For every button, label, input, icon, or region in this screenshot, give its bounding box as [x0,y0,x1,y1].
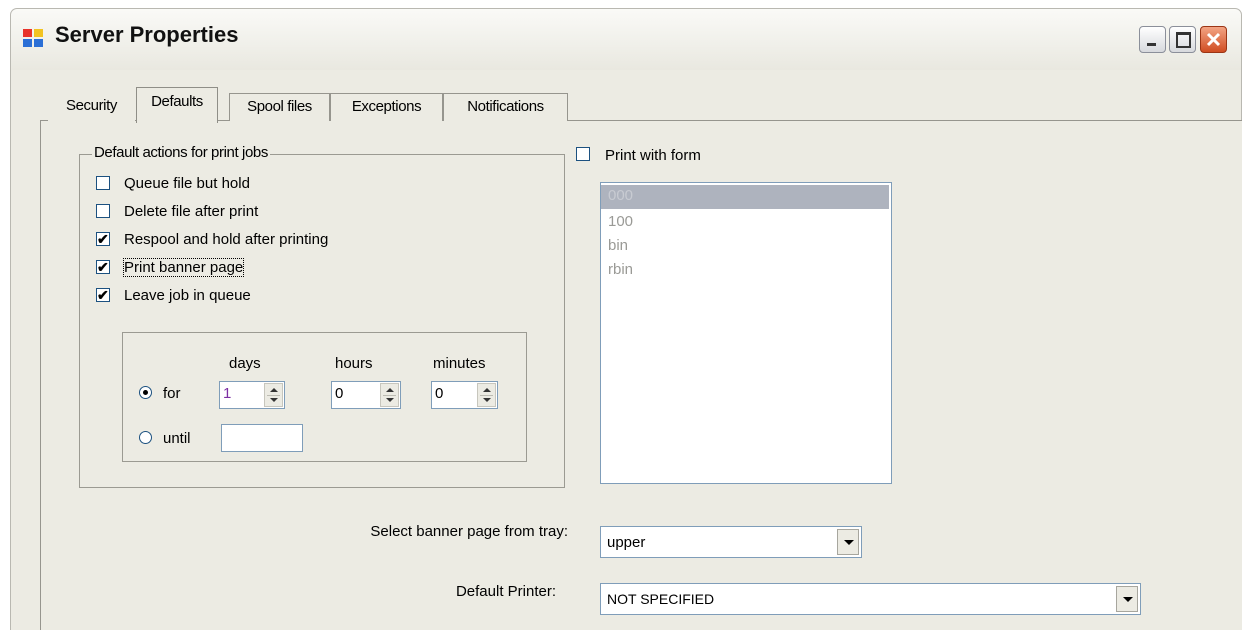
delete-file-after-print-label[interactable]: Delete file after print [124,203,258,220]
banner-tray-value: upper [607,534,646,551]
delete-file-after-print-checkbox[interactable] [96,204,110,218]
minimize-button[interactable] [1139,26,1166,53]
days-spinner[interactable]: 1 [219,381,285,409]
tab-notifications[interactable]: Notifications [443,93,568,121]
print-with-form-label[interactable]: Print with form [605,147,701,164]
days-label: days [229,355,261,372]
tab-security[interactable]: Security [48,93,135,121]
minutes-label: minutes [433,355,486,372]
default-printer-label: Default Printer: [455,583,556,600]
hours-spinner-buttons[interactable] [380,383,399,407]
minutes-value: 0 [435,385,444,402]
form-listbox[interactable]: 000 100 bin rbin [600,182,892,484]
default-actions-title: Default actions for print jobs [92,144,270,161]
tab-defaults[interactable]: Defaults [136,87,218,123]
banner-tray-select[interactable]: upper [600,526,862,558]
print-banner-page-label[interactable]: Print banner page [122,258,245,277]
check-icon: ✔ [97,287,109,303]
default-printer-value: NOT SPECIFIED [607,591,715,607]
list-item[interactable]: 100 [601,211,889,235]
minutes-spinner-buttons[interactable] [477,383,496,407]
chevron-down-icon[interactable] [1116,586,1138,612]
days-spinner-buttons[interactable] [264,383,283,407]
for-radio[interactable] [139,386,152,399]
maximize-icon [1176,32,1191,48]
list-item[interactable]: bin [601,235,889,259]
print-banner-page-checkbox[interactable]: ✔ [96,259,110,275]
check-icon: ✔ [97,259,109,275]
days-value: 1 [223,385,232,402]
title-bar[interactable]: Server Properties [10,8,1242,70]
until-date-field[interactable] [221,424,303,452]
hours-spinner[interactable]: 0 [331,381,401,409]
list-item[interactable]: 000 [601,185,889,209]
respool-and-hold-checkbox[interactable]: ✔ [96,231,110,247]
window-app-icon [23,29,43,47]
tab-spool-files[interactable]: Spool files [229,93,330,121]
until-label[interactable]: until [163,430,191,447]
server-properties-window: Server Properties Security Defaults Spoo… [0,0,1252,630]
leave-job-in-queue-label[interactable]: Leave job in queue [124,287,251,304]
for-label[interactable]: for [163,385,181,402]
minimize-icon [1147,43,1156,46]
leave-job-in-queue-checkbox[interactable]: ✔ [96,287,110,303]
banner-tray-label: Select banner page from tray: [370,523,568,540]
respool-and-hold-label[interactable]: Respool and hold after printing [124,231,328,248]
queue-file-but-hold-checkbox[interactable] [96,176,110,190]
default-printer-select[interactable]: NOT SPECIFIED [600,583,1141,615]
hours-label: hours [335,355,373,372]
radio-selected-dot [143,390,148,395]
maximize-button[interactable] [1169,26,1196,53]
queue-file-but-hold-label[interactable]: Queue file but hold [124,175,250,192]
window-title: Server Properties [55,22,239,47]
chevron-down-icon[interactable] [837,529,859,555]
close-button[interactable] [1200,26,1227,53]
hours-value: 0 [335,385,344,402]
minutes-spinner[interactable]: 0 [431,381,498,409]
until-radio[interactable] [139,431,152,444]
tab-exceptions[interactable]: Exceptions [330,93,443,121]
list-item[interactable]: rbin [601,259,889,283]
print-with-form-checkbox[interactable] [576,147,590,161]
close-icon [1206,32,1221,47]
check-icon: ✔ [97,231,109,247]
